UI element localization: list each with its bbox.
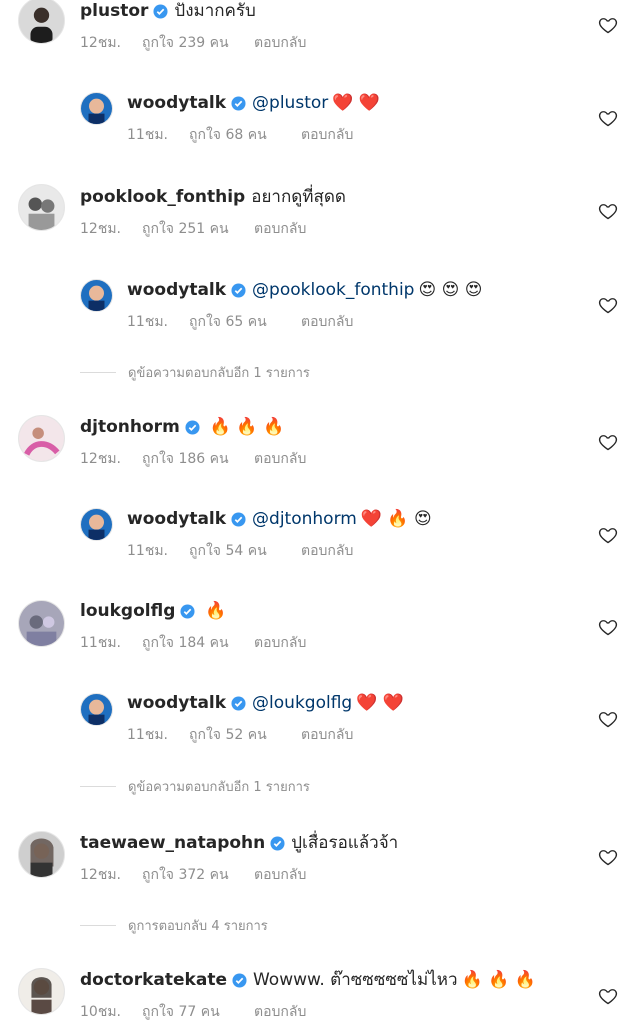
avatar[interactable]	[18, 415, 65, 462]
username[interactable]: woodytalk	[127, 508, 226, 530]
username[interactable]: plustor	[80, 0, 148, 22]
mention-link[interactable]: @djtonhorm	[252, 508, 357, 530]
reply-button[interactable]: ตอบกลับ	[254, 218, 306, 240]
timestamp: 11ชม.	[80, 635, 121, 651]
emoji-text: 🔥 🔥 🔥	[209, 417, 285, 437]
divider	[80, 786, 116, 787]
like-count[interactable]: ถูกใจ 184 คน	[142, 632, 254, 654]
divider	[80, 925, 116, 926]
reply-button[interactable]: ตอบกลับ	[254, 632, 306, 654]
heart-icon[interactable]	[598, 617, 618, 637]
heart-icon[interactable]	[598, 847, 618, 867]
like-count[interactable]: ถูกใจ 186 คน	[142, 448, 254, 470]
verified-badge-icon	[270, 835, 285, 851]
avatar[interactable]	[80, 693, 113, 726]
emoji-text: ❤️ ❤️	[332, 93, 380, 113]
reply-button[interactable]: ตอบกลับ	[254, 32, 306, 54]
comment-text: ปูเสื่อรอแล้วจ้า	[291, 833, 399, 853]
emoji-text: ❤️ 🔥 😍	[360, 509, 432, 529]
view-more-label: ดูข้อความตอบกลับอีก 1 รายการ	[128, 780, 310, 795]
verified-badge-icon	[231, 695, 246, 711]
heart-icon[interactable]	[598, 432, 618, 452]
timestamp: 10ชม.	[80, 1004, 121, 1020]
like-count[interactable]: ถูกใจ 372 คน	[142, 864, 254, 886]
heart-icon[interactable]	[598, 709, 618, 729]
divider	[80, 372, 116, 373]
view-more-label: ดูข้อความตอบกลับอีก 1 รายการ	[128, 366, 310, 381]
username[interactable]: woodytalk	[127, 692, 226, 714]
timestamp: 12ชม.	[80, 867, 121, 883]
reply-button[interactable]: ตอบกลับ	[254, 864, 306, 886]
username[interactable]: pooklook_fonthip	[80, 186, 245, 208]
verified-badge-icon	[185, 419, 200, 435]
view-more-replies[interactable]: ดูข้อความตอบกลับอีก 1 รายการ	[80, 776, 310, 797]
timestamp: 12ชม.	[80, 35, 121, 51]
emoji-text: 🔥	[205, 601, 227, 621]
reply-button[interactable]: ตอบกลับ	[301, 724, 353, 746]
verified-badge-icon	[232, 972, 247, 988]
mention-link[interactable]: @plustor	[252, 92, 328, 114]
heart-icon[interactable]	[598, 295, 618, 315]
like-count[interactable]: ถูกใจ 65 คน	[189, 311, 301, 333]
timestamp: 11ชม.	[127, 543, 168, 559]
mention-link[interactable]: @pooklook_fonthip	[252, 279, 414, 301]
avatar[interactable]	[18, 184, 65, 231]
username[interactable]: woodytalk	[127, 279, 226, 301]
timestamp: 12ชม.	[80, 221, 121, 237]
emoji-text: 😍 😍 😍	[418, 280, 483, 300]
timestamp: 11ชม.	[127, 727, 168, 743]
emoji-text: ❤️ ❤️	[356, 693, 404, 713]
timestamp: 11ชม.	[127, 314, 168, 330]
emoji-text: 🔥 🔥 🔥	[461, 970, 536, 990]
username[interactable]: doctorkatekate	[80, 969, 227, 991]
comment-text: Wowww. ต๊าซซซซซไม่ไหว	[252, 970, 458, 990]
view-more-label: ดูการตอบกลับ 4 รายการ	[128, 919, 268, 934]
reply-button[interactable]: ตอบกลับ	[301, 124, 353, 146]
verified-badge-icon	[231, 511, 246, 527]
verified-badge-icon	[231, 95, 246, 111]
like-count[interactable]: ถูกใจ 77 คน	[142, 1001, 254, 1023]
heart-icon[interactable]	[598, 201, 618, 221]
like-count[interactable]: ถูกใจ 251 คน	[142, 218, 254, 240]
username[interactable]: taewaew_natapohn	[80, 832, 265, 854]
username[interactable]: djtonhorm	[80, 416, 180, 438]
heart-icon[interactable]	[598, 986, 618, 1006]
timestamp: 11ชม.	[127, 127, 168, 143]
verified-badge-icon	[231, 282, 246, 298]
like-count[interactable]: ถูกใจ 68 คน	[189, 124, 301, 146]
reply-button[interactable]: ตอบกลับ	[254, 1001, 306, 1023]
avatar[interactable]	[18, 968, 65, 1015]
avatar[interactable]	[18, 0, 65, 44]
avatar[interactable]	[80, 508, 113, 541]
verified-badge-icon	[153, 3, 168, 19]
reply-button[interactable]: ตอบกลับ	[254, 448, 306, 470]
reply-button[interactable]: ตอบกลับ	[301, 540, 353, 562]
reply-button[interactable]: ตอบกลับ	[301, 311, 353, 333]
avatar[interactable]	[18, 600, 65, 647]
avatar[interactable]	[80, 92, 113, 125]
comment-text: ปังมากครับ	[174, 1, 256, 21]
username[interactable]: woodytalk	[127, 92, 226, 114]
like-count[interactable]: ถูกใจ 52 คน	[189, 724, 301, 746]
heart-icon[interactable]	[598, 525, 618, 545]
heart-icon[interactable]	[598, 15, 618, 35]
like-count[interactable]: ถูกใจ 54 คน	[189, 540, 301, 562]
view-more-replies[interactable]: ดูข้อความตอบกลับอีก 1 รายการ	[80, 362, 310, 383]
verified-badge-icon	[180, 603, 195, 619]
comment-text: อยากดูที่สุดด	[251, 187, 346, 207]
avatar[interactable]	[80, 279, 113, 312]
mention-link[interactable]: @loukgolflg	[252, 692, 352, 714]
view-more-replies[interactable]: ดูการตอบกลับ 4 รายการ	[80, 915, 268, 936]
heart-icon[interactable]	[598, 108, 618, 128]
like-count[interactable]: ถูกใจ 239 คน	[142, 32, 254, 54]
avatar[interactable]	[18, 831, 65, 878]
username[interactable]: loukgolflg	[80, 600, 175, 622]
timestamp: 12ชม.	[80, 451, 121, 467]
